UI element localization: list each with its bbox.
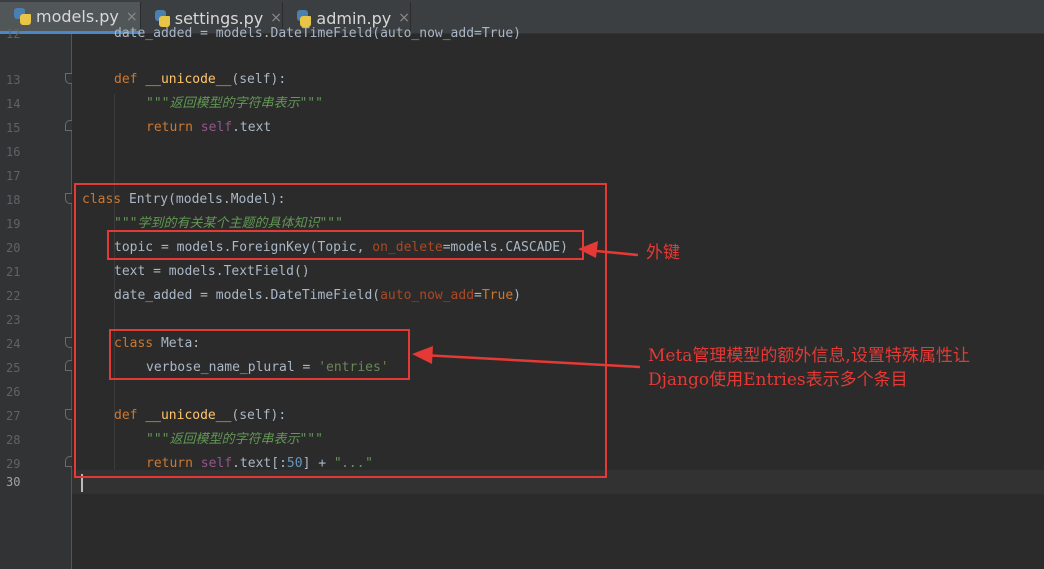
arrowhead [412,346,433,364]
arrowhead [578,241,598,258]
arrow-to-meta [421,353,641,369]
annotation-arrows [412,241,641,369]
ide-window: models.py × settings.py × admin.py × 12 … [0,0,1044,569]
meta-annotation-line1: Meta管理模型的额外信息,设置特殊属性让 [648,346,970,366]
meta-annotation-line2: Django使用Entries表示多个条目 [648,370,908,390]
foreign-key-annotation: 外键 [646,243,680,263]
